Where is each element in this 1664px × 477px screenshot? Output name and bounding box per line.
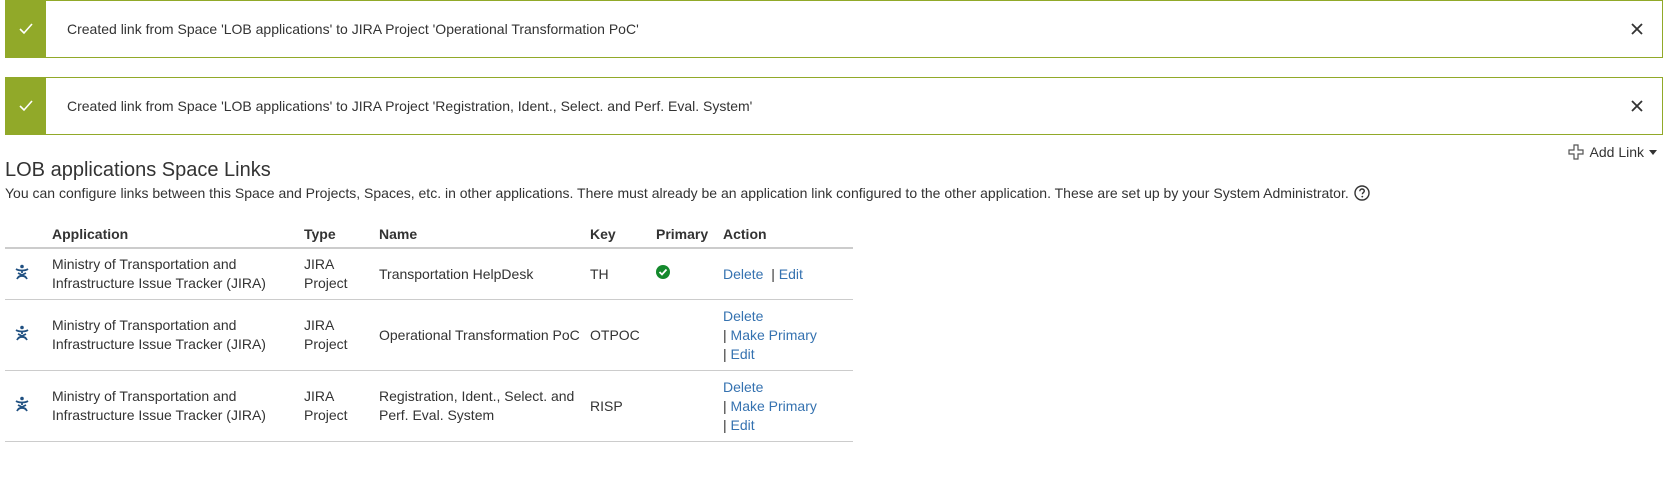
type-cell: JIRA Project	[304, 299, 379, 371]
header-type: Type	[304, 220, 379, 249]
key-cell: OTPOC	[590, 299, 656, 371]
action-cell: Delete | Make Primary | Edit	[723, 299, 853, 371]
name-cell: Transportation HelpDesk	[379, 248, 590, 300]
help-icon[interactable]	[1354, 185, 1370, 201]
page-description-text: You can configure links between this Spa…	[5, 185, 1349, 201]
separator: |	[723, 416, 727, 433]
separator: |	[723, 345, 727, 362]
delete-link[interactable]: Delete	[723, 379, 763, 395]
action-cell: Delete | Make Primary | Edit	[723, 370, 853, 442]
application-cell: Ministry of Transportation and Infrastru…	[52, 370, 304, 442]
key-cell: TH	[590, 248, 656, 300]
header-primary: Primary	[656, 220, 723, 249]
separator: |	[723, 397, 727, 414]
delete-link[interactable]: Delete	[723, 308, 763, 324]
edit-link[interactable]: Edit	[731, 417, 755, 433]
type-cell: JIRA Project	[304, 370, 379, 442]
action-cell: Delete | Edit	[723, 248, 853, 300]
table-row: Ministry of Transportation and Infrastru…	[5, 370, 853, 442]
page-title: LOB applications Space Links	[5, 159, 271, 181]
app-icon-cell	[5, 299, 52, 371]
success-message-text: Created link from Space 'LOB application…	[67, 98, 753, 114]
success-message: Created link from Space 'LOB application…	[5, 77, 1663, 135]
separator: |	[771, 265, 775, 282]
plus-icon	[1567, 144, 1584, 160]
close-icon[interactable]	[1629, 21, 1645, 37]
success-message: Created link from Space 'LOB application…	[5, 0, 1663, 58]
primary-cell	[656, 370, 723, 442]
application-cell: Ministry of Transportation and Infrastru…	[52, 248, 304, 300]
space-links-table: Application Type Name Key Primary Action…	[5, 220, 853, 442]
application-cell: Ministry of Transportation and Infrastru…	[52, 299, 304, 371]
app-icon-cell	[5, 248, 52, 300]
header-key: Key	[590, 220, 656, 249]
type-cell: JIRA Project	[304, 248, 379, 300]
add-link-label: Add Link	[1589, 144, 1644, 160]
header-application: Application	[52, 220, 304, 249]
edit-link[interactable]: Edit	[779, 266, 803, 282]
table-row: Ministry of Transportation and Infrastru…	[5, 299, 853, 371]
check-icon	[19, 100, 33, 112]
app-icon-cell	[5, 370, 52, 442]
page-description: You can configure links between this Spa…	[5, 184, 1370, 202]
success-bar	[6, 1, 46, 57]
header-name: Name	[379, 220, 590, 249]
close-icon[interactable]	[1629, 98, 1645, 114]
success-message-text: Created link from Space 'LOB application…	[67, 21, 639, 37]
jira-icon	[15, 396, 29, 412]
key-cell: RISP	[590, 370, 656, 442]
table-row: Ministry of Transportation and Infrastru…	[5, 248, 853, 300]
name-cell: Operational Transformation PoC	[379, 299, 590, 371]
jira-icon	[15, 325, 29, 341]
primary-check-icon	[656, 264, 670, 279]
primary-cell	[656, 299, 723, 371]
make-primary-link[interactable]: Make Primary	[731, 327, 817, 343]
jira-icon	[15, 264, 29, 280]
chevron-down-icon	[1649, 149, 1657, 155]
edit-link[interactable]: Edit	[731, 346, 755, 362]
success-bar	[6, 78, 46, 134]
header-icon	[5, 220, 52, 249]
add-link-button[interactable]: Add Link	[1567, 142, 1657, 162]
make-primary-link[interactable]: Make Primary	[731, 398, 817, 414]
primary-cell	[656, 248, 723, 300]
delete-link[interactable]: Delete	[723, 266, 763, 282]
name-cell: Registration, Ident., Select. and Perf. …	[379, 370, 590, 442]
check-icon	[19, 23, 33, 35]
separator: |	[723, 326, 727, 343]
header-action: Action	[723, 220, 853, 249]
table-header-row: Application Type Name Key Primary Action	[5, 220, 853, 249]
